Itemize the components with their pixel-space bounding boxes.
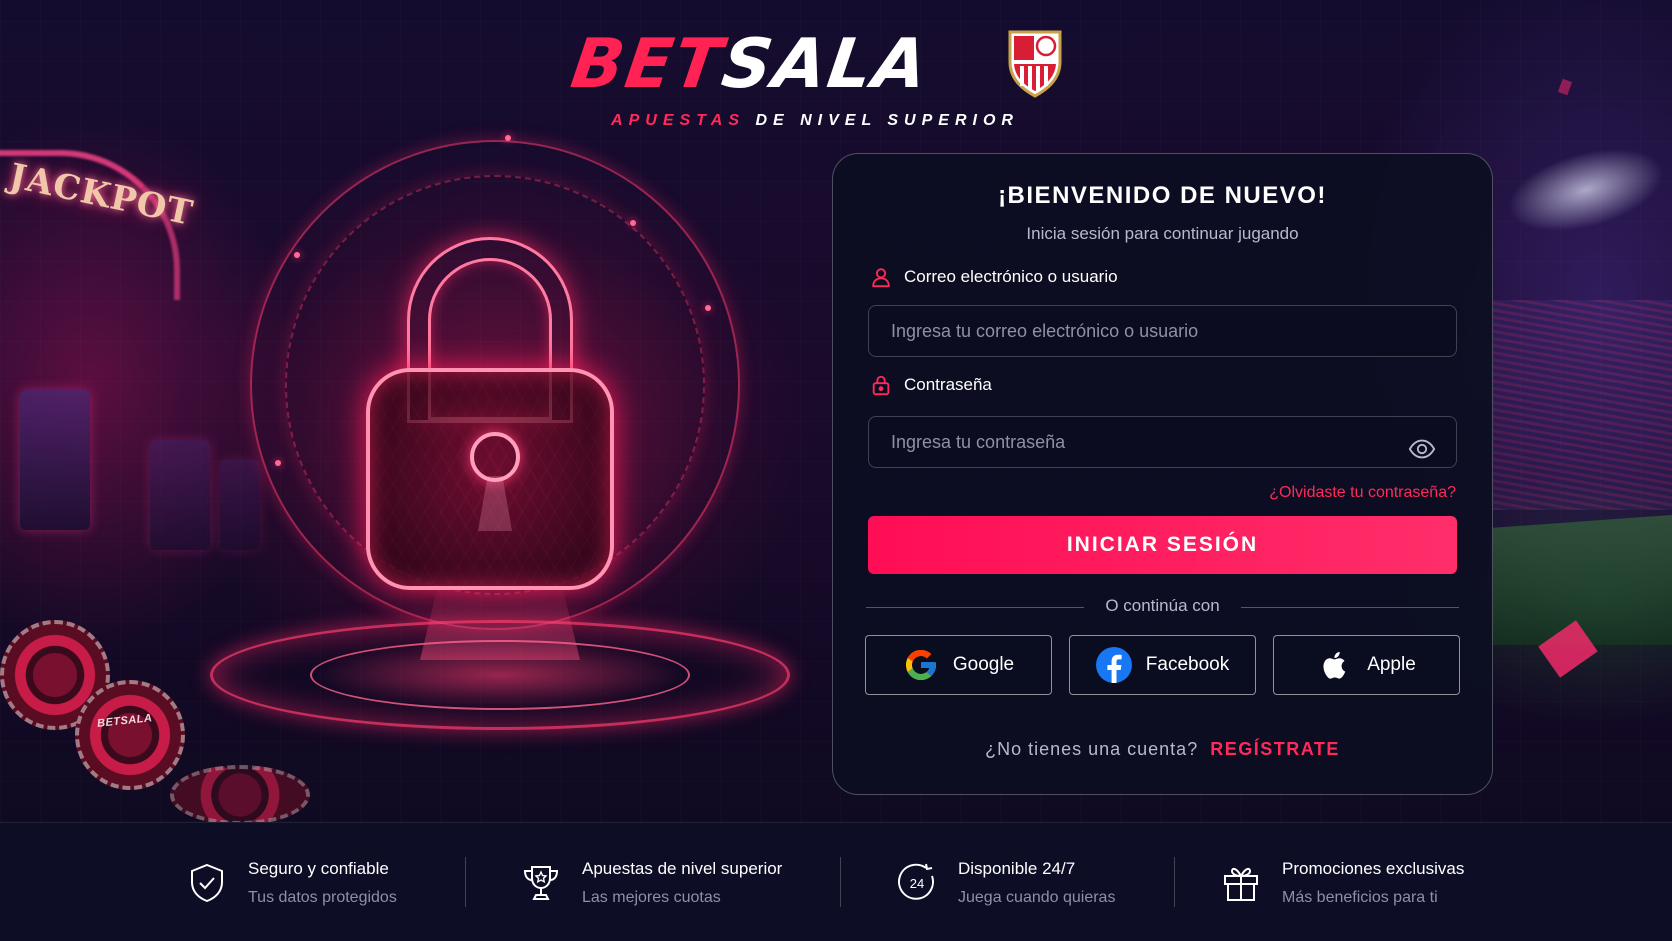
- logo-part-bet: BET: [566, 25, 729, 104]
- password-label-text: Contraseña: [904, 375, 992, 394]
- club-crest-icon: [1008, 30, 1062, 98]
- signup-link[interactable]: REGÍSTRATE: [1210, 739, 1340, 759]
- footer-divider: [1174, 857, 1175, 907]
- lock-icon: [872, 375, 890, 396]
- login-card: ¡BIENVENIDO DE NUEVO! Inicia sesión para…: [832, 153, 1493, 795]
- tagline-white: DE NIVEL SUPERIOR: [755, 112, 1019, 129]
- login-subtitle: Inicia sesión para continuar jugando: [1026, 224, 1299, 243]
- login-title: ¡BIENVENIDO DE NUEVO!: [998, 182, 1327, 209]
- feature-title: Promociones exclusivas: [1282, 859, 1465, 878]
- divider-text: O continúa con: [1105, 596, 1220, 615]
- hologram-platform-inner: [310, 640, 690, 710]
- facebook-login-button[interactable]: Facebook: [1069, 635, 1256, 695]
- poker-chip: [75, 680, 185, 790]
- brand-tagline: APUESTAS DE NIVEL SUPERIOR: [580, 112, 1050, 130]
- forgot-password-link[interactable]: ¿Olvidaste tu contraseña?: [1269, 484, 1456, 502]
- facebook-icon: [1095, 647, 1132, 683]
- password-label: Contraseña: [870, 374, 992, 396]
- footer-divider: [465, 857, 466, 907]
- trophy-icon: [523, 866, 559, 900]
- feature-subtitle: Juega cuando quieras: [958, 889, 1116, 906]
- footer-divider: [840, 857, 841, 907]
- feature-item: Seguro y confiable Tus datos protegidos: [186, 859, 397, 907]
- keyhole-slot: [478, 476, 512, 531]
- feature-item: 24 Disponible 24/7 Juega cuando quieras: [896, 859, 1115, 907]
- signup-prompt: ¿No tienes una cuenta?: [985, 739, 1199, 759]
- email-field[interactable]: [868, 305, 1457, 357]
- apple-login-button[interactable]: Apple: [1273, 635, 1460, 695]
- feature-item: Apuestas de nivel superior Las mejores c…: [520, 859, 782, 907]
- padlock-illustration: [360, 230, 620, 590]
- tagline-red: APUESTAS: [611, 112, 745, 129]
- spark: [505, 135, 511, 141]
- feature-title: Apuestas de nivel superior: [582, 859, 783, 878]
- spark: [630, 220, 636, 226]
- shield-check-icon: [191, 863, 223, 903]
- clock-24-icon-label: 24: [910, 876, 924, 891]
- show-password-icon[interactable]: [1407, 436, 1437, 462]
- slot-machine: [20, 390, 90, 530]
- padlock-body: [366, 368, 614, 590]
- google-login-button[interactable]: Google: [865, 635, 1052, 695]
- signup-row: ¿No tienes una cuenta? REGÍSTRATE: [833, 739, 1492, 760]
- email-label-text: Correo electrónico o usuario: [904, 267, 1118, 286]
- google-label: Google: [952, 654, 1015, 675]
- slot-machine: [150, 440, 210, 550]
- brand-logo: BETSALA: [567, 25, 934, 104]
- email-label: Correo electrónico o usuario: [870, 266, 1118, 288]
- apple-label: Apple: [1367, 654, 1416, 675]
- clock-24-icon: 24: [898, 863, 934, 900]
- facebook-label: Facebook: [1145, 654, 1230, 675]
- login-button[interactable]: INICIAR SESIÓN: [868, 516, 1457, 574]
- feature-subtitle: Tus datos protegidos: [248, 889, 397, 906]
- features-footer: Seguro y confiable Tus datos protegidos …: [0, 822, 1672, 941]
- google-icon: [905, 650, 936, 680]
- poker-chip: [170, 765, 310, 825]
- divider-line-right: [1241, 607, 1459, 608]
- spark: [294, 252, 300, 258]
- stadium-field: [1490, 515, 1672, 645]
- feature-title: Seguro y confiable: [248, 859, 389, 878]
- logo-part-sala: SALA: [717, 25, 934, 104]
- keyhole-icon: [470, 432, 520, 482]
- stadium-crowd: [1490, 300, 1672, 510]
- apple-icon: [1323, 651, 1346, 679]
- feature-title: Disponible 24/7: [958, 859, 1076, 878]
- feature-subtitle: Las mejores cuotas: [582, 889, 721, 906]
- slot-machine: [220, 460, 260, 550]
- spark: [705, 305, 711, 311]
- password-field[interactable]: [868, 416, 1457, 468]
- gift-icon: [1224, 867, 1258, 901]
- user-icon: [872, 268, 890, 288]
- feature-item: Promociones exclusivas Más beneficios pa…: [1220, 859, 1464, 907]
- spark: [275, 460, 281, 466]
- feature-subtitle: Más beneficios para ti: [1282, 889, 1438, 906]
